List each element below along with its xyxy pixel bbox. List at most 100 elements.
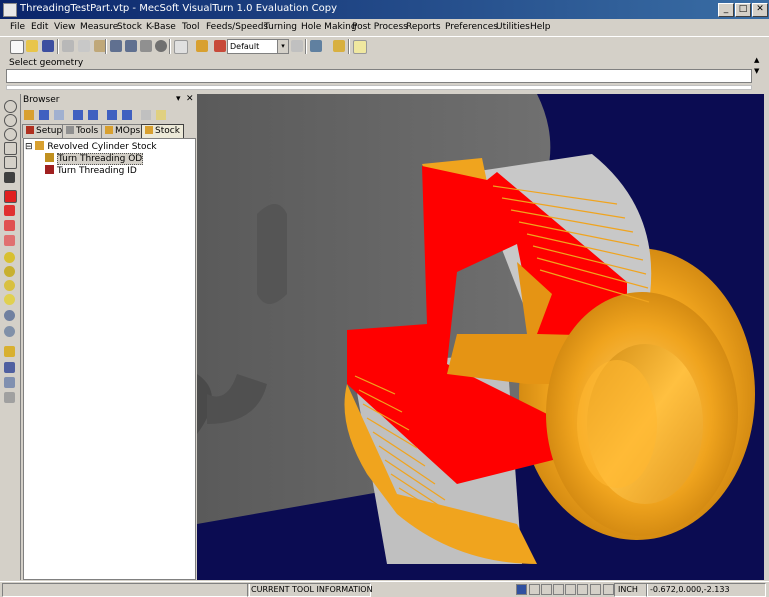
menu-measure[interactable]: Measure [80, 22, 118, 32]
pin-icon[interactable]: ▾ [176, 94, 181, 104]
menu-kbase[interactable]: K-Base [146, 22, 176, 32]
graphics-viewport[interactable] [197, 94, 764, 580]
polar-icon[interactable] [565, 584, 576, 595]
menu-file[interactable]: File [10, 22, 25, 32]
compare-icon[interactable] [4, 326, 15, 337]
generate-icon[interactable] [24, 110, 34, 120]
tree-node-threading-od[interactable]: Turn Threading OD [45, 153, 144, 165]
toolbar: Default ▾ [0, 36, 769, 57]
layer-lock-icon[interactable] [577, 584, 588, 595]
sim-play-icon[interactable] [4, 252, 15, 263]
scroll-up-icon[interactable]: ▲ [754, 56, 759, 64]
view-top-icon[interactable] [4, 114, 17, 127]
properties-icon[interactable] [141, 110, 151, 120]
menu-view[interactable]: View [54, 22, 75, 32]
grid-icon[interactable] [516, 584, 527, 595]
menu-utilities[interactable]: Utilities [496, 22, 530, 32]
tab-mops-label: MOps [115, 126, 141, 136]
scroll-down-icon[interactable]: ▼ [754, 67, 759, 75]
help-icon[interactable] [353, 40, 367, 54]
cut-icon[interactable] [62, 40, 74, 52]
tree-node-threading-id[interactable]: Turn Threading ID [45, 165, 137, 177]
shade-icon[interactable] [310, 40, 322, 52]
filter-icon[interactable] [590, 584, 601, 595]
menu-stock[interactable]: Stock [117, 22, 142, 32]
view-shaded-icon[interactable] [4, 172, 15, 183]
tool-display-icon[interactable] [4, 392, 15, 403]
tab-tools[interactable]: Tools [62, 124, 103, 138]
collapse-icon[interactable]: ⊟ [25, 142, 33, 152]
view-iso-icon[interactable] [4, 142, 17, 155]
tab-tools-label: Tools [76, 126, 99, 136]
tab-setup[interactable]: Setup [22, 124, 67, 138]
info-icon[interactable] [156, 110, 166, 120]
layer-combo[interactable]: Default ▾ [227, 39, 289, 54]
fixture-icon[interactable] [4, 377, 15, 388]
menu-preferences[interactable]: Preferences [445, 22, 498, 32]
color-icon[interactable] [214, 40, 226, 52]
step-back-icon[interactable] [73, 110, 83, 120]
menu-feeds-speeds[interactable]: Feeds/Speeds [206, 22, 268, 32]
rotate-icon[interactable] [4, 190, 17, 203]
layer-icon[interactable] [196, 40, 208, 52]
prompt-input[interactable] [6, 69, 752, 83]
view-front-icon[interactable] [4, 100, 17, 113]
select-icon[interactable] [174, 40, 188, 54]
ortho-icon[interactable] [541, 584, 552, 595]
save-icon[interactable] [42, 40, 54, 52]
view-side-icon[interactable] [4, 128, 17, 141]
redo-icon[interactable] [125, 40, 137, 52]
fast-forward-icon[interactable] [107, 110, 117, 120]
refresh-icon[interactable] [140, 40, 152, 52]
minimize-button[interactable]: _ [718, 3, 734, 17]
layer-settings-icon[interactable] [291, 40, 303, 52]
pause-icon[interactable] [54, 110, 64, 120]
osnap-icon[interactable] [553, 584, 564, 595]
menu-turning[interactable]: Turning [264, 22, 297, 32]
prompt-panel: Select geometry ▲ ▼ [0, 56, 769, 94]
sim-step-icon[interactable] [4, 266, 15, 277]
step-icon[interactable] [88, 110, 98, 120]
menu-tool[interactable]: Tool [182, 22, 199, 32]
copy-icon[interactable] [78, 40, 90, 52]
end-icon[interactable] [122, 110, 132, 120]
undo-icon[interactable] [110, 40, 122, 52]
tree-node-label: Turn Threading OD [57, 153, 144, 165]
menu-help[interactable]: Help [530, 22, 551, 32]
menu-reports[interactable]: Reports [406, 22, 441, 32]
pan-icon[interactable] [4, 205, 15, 216]
play-icon[interactable] [39, 110, 49, 120]
stock-icon[interactable] [4, 346, 15, 357]
menu-edit[interactable]: Edit [31, 22, 48, 32]
units-icon[interactable] [603, 584, 614, 595]
stop-icon[interactable] [155, 40, 167, 52]
menu-post-process[interactable]: Post Process [352, 22, 408, 32]
tab-mops[interactable]: MOps [101, 124, 145, 138]
sim-pause-icon[interactable] [4, 280, 15, 291]
cursor-coordinates: -0.672,0.000,-2.133 [646, 583, 766, 597]
part-icon[interactable] [4, 362, 15, 373]
tab-stock[interactable]: Stock [141, 124, 184, 138]
zoom-window-icon[interactable] [4, 235, 15, 246]
sim-stop-icon[interactable] [4, 294, 15, 305]
toolbar-separator [348, 39, 350, 54]
chevron-down-icon[interactable]: ▾ [277, 40, 288, 53]
open-icon[interactable] [26, 40, 38, 52]
title-bar: ThreadingTestPart.vtp - MecSoft VisualTu… [0, 0, 769, 19]
app-icon [3, 3, 17, 17]
tab-stock-label: Stock [155, 126, 180, 136]
close-icon[interactable]: ✕ [186, 94, 194, 104]
close-button[interactable]: ✕ [752, 3, 768, 17]
simulate-icon[interactable] [4, 310, 15, 321]
view-fit-icon[interactable] [4, 156, 17, 169]
menu-hole-making[interactable]: Hole Making [301, 22, 357, 32]
stock-tree: ⊟ Revolved Cylinder Stock Turn Threading… [23, 138, 196, 580]
prompt-label: Select geometry [9, 58, 84, 68]
tree-node-stock[interactable]: ⊟ Revolved Cylinder Stock [25, 141, 157, 153]
settings-icon[interactable] [333, 40, 345, 52]
zoom-icon[interactable] [4, 220, 15, 231]
new-icon[interactable] [10, 40, 24, 54]
snap-icon[interactable] [529, 584, 540, 595]
setup-icon [26, 126, 34, 134]
maximize-button[interactable]: □ [735, 3, 751, 17]
